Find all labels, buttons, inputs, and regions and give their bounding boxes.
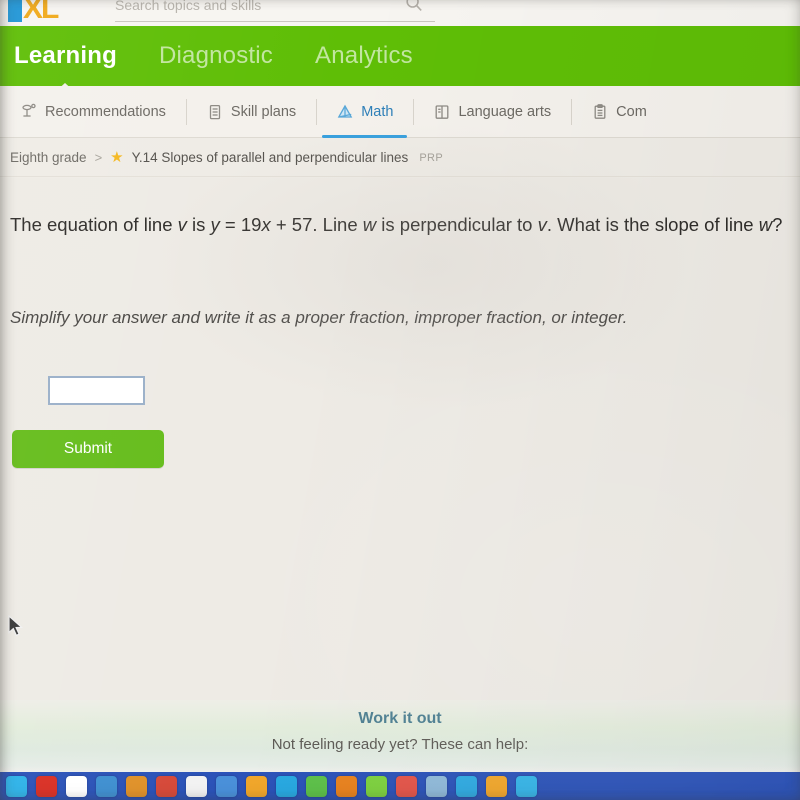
taskbar-app-icon-12[interactable] [336, 775, 357, 797]
question-seg-6: . What is the slope of line [546, 214, 759, 235]
taskbar-app-icon-10[interactable] [276, 775, 297, 797]
var-x: x [261, 214, 271, 235]
help-footer: Work it out Not feeling ready yet? These… [0, 700, 800, 772]
logo-xl-text: XL [23, 0, 59, 25]
question-text: The equation of line v is y = 19x + 57. … [10, 210, 800, 240]
taskbar-app-icon-9[interactable] [246, 775, 267, 797]
tab-recommendations[interactable]: Recommendations [0, 86, 186, 138]
star-icon[interactable]: ★ [110, 150, 123, 165]
recommendations-icon [20, 103, 38, 121]
taskbar-app-icon-11[interactable] [306, 775, 327, 797]
search-input[interactable] [115, 0, 395, 18]
primary-nav-bar: Learning Diagnostic Analytics [0, 26, 800, 86]
help-subtitle: Not feeling ready yet? These can help: [271, 736, 529, 753]
tab-math[interactable]: Math [316, 86, 413, 138]
ixl-question-screen: XL Learning Diagnostic Analytics [0, 0, 800, 800]
taskbar-app-icon-14[interactable] [396, 775, 417, 797]
clipboard-icon [591, 103, 609, 121]
tab-com[interactable]: Com [571, 86, 667, 138]
breadcrumb-separator-icon: > [94, 150, 103, 165]
breadcrumb-skill-title: Y.14 Slopes of parallel and perpendicula… [131, 150, 409, 165]
taskbar-app-icon-1[interactable] [6, 775, 27, 797]
logo-i-block [8, 0, 22, 22]
taskbar-app-icon-6[interactable] [156, 775, 177, 797]
question-seg-2: is [186, 214, 211, 235]
nav-item-diagnostic[interactable]: Diagnostic [151, 42, 281, 70]
tab-math-label: Math [361, 103, 394, 120]
answer-input[interactable] [48, 376, 145, 405]
submit-button[interactable]: Submit [12, 430, 164, 468]
var-w-2: w [758, 214, 773, 235]
question-seg-1: The equation of line [10, 214, 178, 235]
subject-tab-bar: Recommendations Skill plans Math Languag… [0, 86, 800, 138]
os-taskbar[interactable] [0, 772, 800, 800]
question-seg-4: + 57. Line [270, 214, 363, 235]
taskbar-app-icon-15[interactable] [426, 775, 447, 797]
answer-format-hint: Simplify your answer and write it as a p… [10, 308, 628, 327]
var-y: y [210, 214, 220, 235]
tab-language-arts-label: Language arts [458, 103, 552, 120]
ixl-logo[interactable]: XL [8, 0, 59, 25]
skill-plans-icon [206, 103, 224, 121]
search-bar[interactable] [115, 0, 435, 22]
taskbar-app-icon-5[interactable] [126, 775, 147, 797]
mouse-cursor-icon [8, 614, 25, 643]
tab-recommendations-label: Recommendations [45, 103, 166, 120]
taskbar-app-icon-2[interactable] [36, 775, 57, 797]
taskbar-app-icon-13[interactable] [366, 775, 387, 797]
tab-skill-plans[interactable]: Skill plans [185, 86, 316, 138]
taskbar-app-icon-7[interactable] [186, 775, 207, 797]
taskbar-app-icon-3[interactable] [66, 775, 87, 797]
tab-skill-plans-label: Skill plans [230, 103, 297, 120]
nav-item-analytics[interactable]: Analytics [307, 42, 421, 70]
var-v-1: v [177, 214, 187, 235]
book-icon [433, 103, 451, 121]
question-seg-5: is perpendicular to [376, 214, 538, 235]
nav-item-learning[interactable]: Learning [6, 42, 125, 70]
browser-top-strip: XL [0, 0, 800, 26]
breadcrumb-grade[interactable]: Eighth grade [10, 150, 87, 165]
math-pyramid-icon [336, 103, 354, 121]
work-it-out-link[interactable]: Work it out [0, 710, 800, 728]
skill-code-badge: PRP [419, 151, 444, 164]
breadcrumb: Eighth grade > ★ Y.14 Slopes of parallel… [0, 139, 800, 177]
question-seg-3: = 19 [219, 214, 262, 235]
taskbar-app-icon-17[interactable] [486, 775, 507, 797]
tab-com-label: Com [616, 103, 647, 120]
var-v-2: v [537, 214, 547, 235]
taskbar-app-icon-16[interactable] [456, 775, 477, 797]
question-panel: The equation of line v is y = 19x + 57. … [0, 178, 800, 700]
search-icon[interactable] [405, 0, 423, 17]
taskbar-app-icon-4[interactable] [96, 775, 117, 797]
taskbar-app-icon-8[interactable] [216, 775, 237, 797]
taskbar-app-icon-18[interactable] [516, 775, 537, 797]
var-w-1: w [362, 214, 377, 235]
question-seg-7: ? [772, 214, 783, 235]
tab-language-arts[interactable]: Language arts [413, 86, 571, 138]
